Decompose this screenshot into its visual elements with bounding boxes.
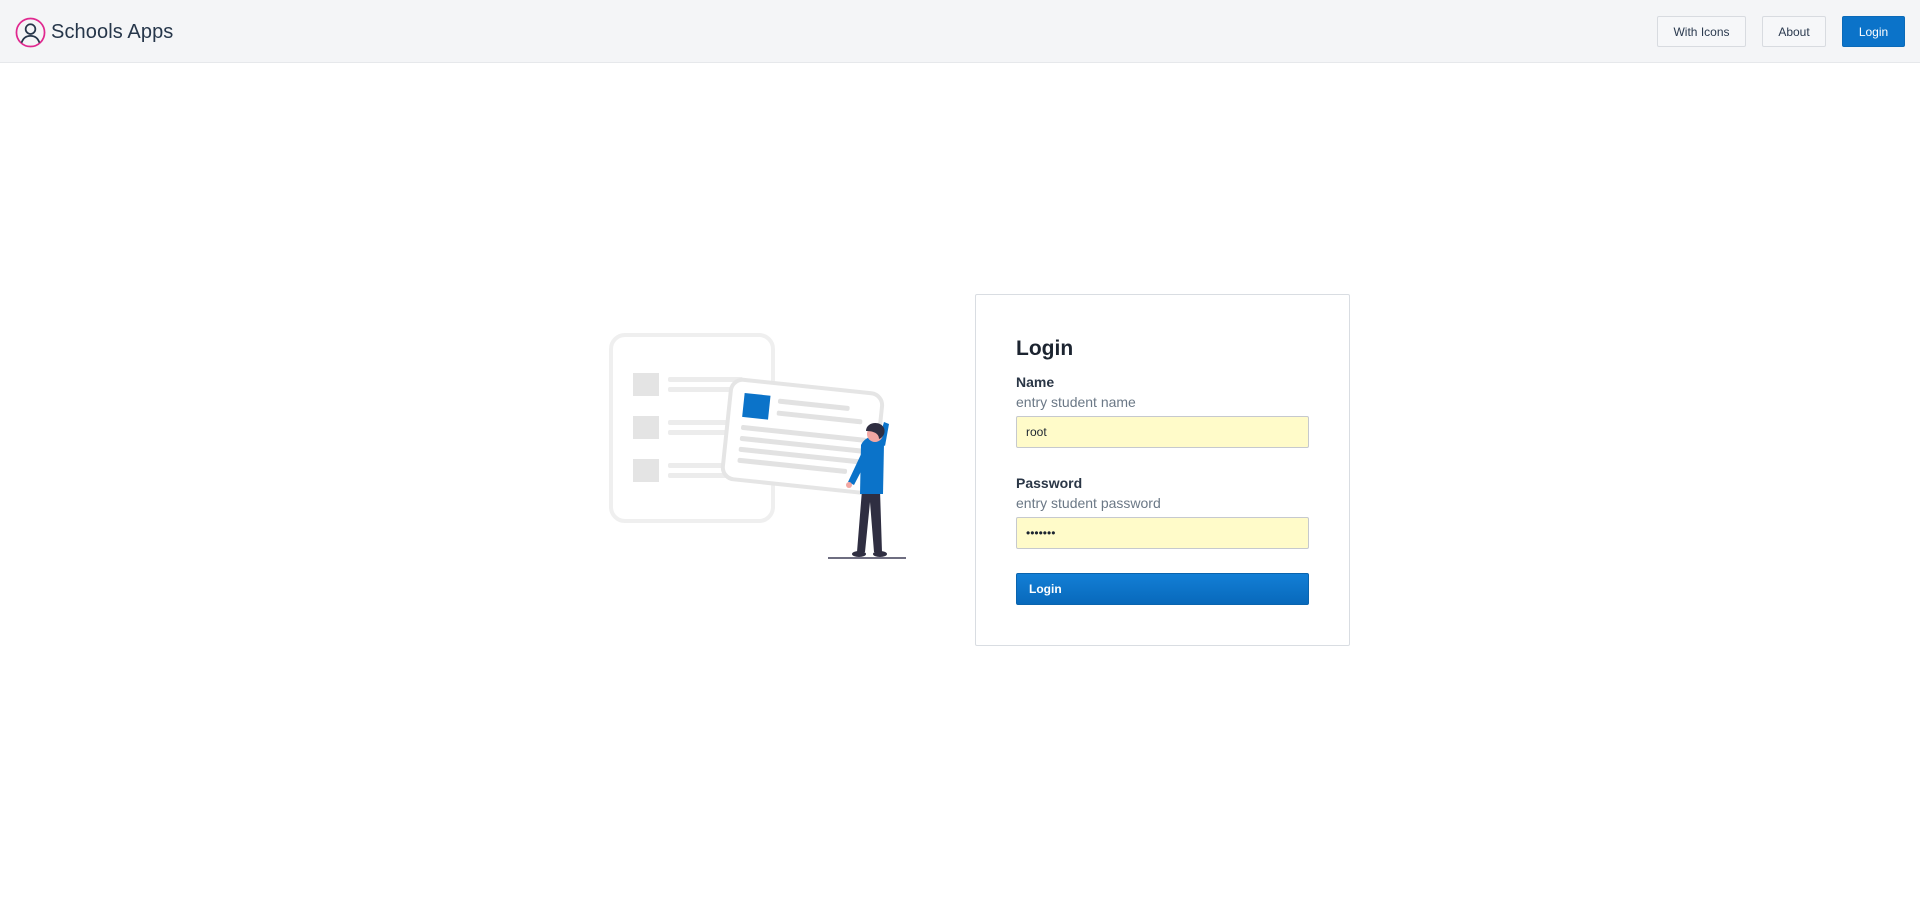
brand[interactable]: Schools Apps bbox=[15, 16, 173, 48]
top-navbar: Schools Apps With Icons About Login bbox=[0, 0, 1920, 63]
front-document bbox=[720, 377, 885, 495]
login-card: Login Name entry student name Password e… bbox=[975, 294, 1350, 646]
password-hint: entry student password bbox=[1016, 495, 1161, 511]
person-holding-document-illustration bbox=[609, 333, 906, 559]
user-circle-icon bbox=[15, 17, 46, 47]
brand-name: Schools Apps bbox=[51, 20, 174, 43]
nav-login-button[interactable]: Login bbox=[1842, 16, 1905, 47]
password-label: Password bbox=[1016, 475, 1083, 491]
password-input[interactable] bbox=[1016, 517, 1309, 549]
with-icons-button[interactable]: With Icons bbox=[1657, 16, 1746, 47]
hero-illustration bbox=[608, 330, 908, 560]
about-button[interactable]: About bbox=[1762, 16, 1826, 47]
login-title: Login bbox=[1016, 337, 1074, 360]
login-submit-button[interactable]: Login bbox=[1016, 573, 1309, 605]
name-label: Name bbox=[1016, 374, 1055, 390]
name-hint: entry student name bbox=[1016, 394, 1136, 410]
name-input[interactable] bbox=[1016, 416, 1309, 448]
